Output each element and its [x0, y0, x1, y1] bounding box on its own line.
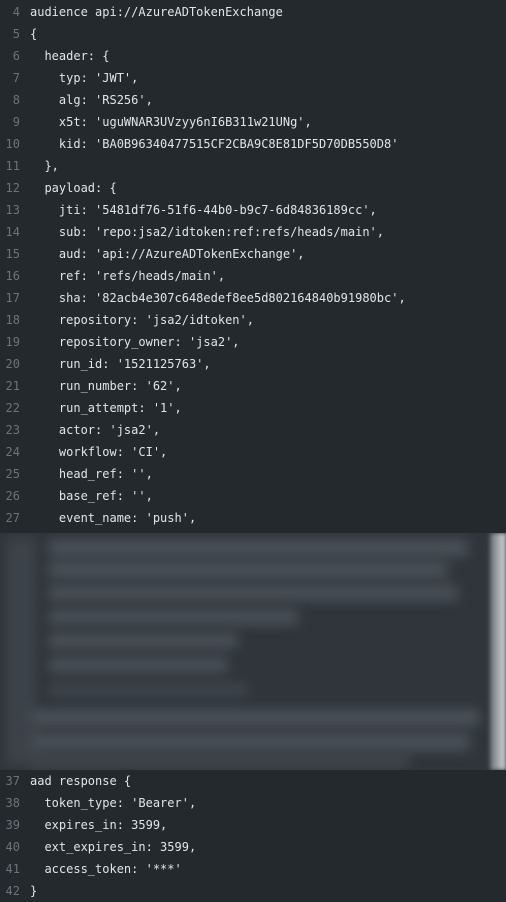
line-text: },	[30, 159, 59, 173]
line-text: base_ref: '',	[30, 489, 153, 503]
line-text: token_type: 'Bearer',	[30, 796, 197, 810]
log-line: 5{	[0, 23, 506, 45]
line-number[interactable]: 23	[0, 419, 30, 441]
log-line: 42}	[0, 880, 506, 902]
line-text: repository: 'jsa2/idtoken',	[30, 313, 254, 327]
line-number[interactable]: 39	[0, 814, 30, 836]
line-number[interactable]: 12	[0, 177, 30, 199]
log-line: 7 typ: 'JWT',	[0, 67, 506, 89]
log-lines-top: 4 audience api://AzureADTokenExchange 5{ …	[0, 1, 506, 529]
line-number[interactable]: 27	[0, 507, 30, 529]
line-text: header: {	[30, 49, 110, 63]
line-text: alg: 'RS256',	[30, 93, 153, 107]
line-text: head_ref: '',	[30, 467, 153, 481]
log-lines-bottom: 37 aad response { 38 token_type: 'Bearer'…	[0, 770, 506, 902]
log-line: 21 run_number: '62',	[0, 375, 506, 397]
line-text: run_id: '1521125763',	[30, 357, 211, 371]
line-text: }	[30, 884, 38, 898]
log-line: 10 kid: 'BA0B96340477515CF2CBA9C8E81DF5D…	[0, 133, 506, 155]
line-number[interactable]: 7	[0, 67, 30, 89]
log-line: 38 token_type: 'Bearer',	[0, 792, 506, 814]
line-text: ref: 'refs/heads/main',	[30, 269, 226, 283]
line-number[interactable]: 25	[0, 463, 30, 485]
log-line: 41 access_token: '***'	[0, 858, 506, 880]
line-number[interactable]: 4	[0, 1, 30, 23]
log-line: 27 event_name: 'push',	[0, 507, 506, 529]
line-text: expires_in: 3599,	[30, 818, 168, 832]
line-text: repository_owner: 'jsa2',	[30, 335, 240, 349]
line-number[interactable]: 42	[0, 880, 30, 902]
line-text: typ: 'JWT',	[30, 71, 139, 85]
line-number[interactable]: 41	[0, 858, 30, 880]
line-number[interactable]: 18	[0, 309, 30, 331]
log-line: 26 base_ref: '',	[0, 485, 506, 507]
line-number[interactable]: 40	[0, 836, 30, 858]
line-text: event_name: 'push',	[30, 511, 197, 525]
line-number[interactable]: 15	[0, 243, 30, 265]
line-number[interactable]: 10	[0, 133, 30, 155]
log-line: 37 aad response {	[0, 770, 506, 792]
log-line: 18 repository: 'jsa2/idtoken',	[0, 309, 506, 331]
line-text: {	[30, 27, 38, 41]
line-number[interactable]: 9	[0, 111, 30, 133]
line-number[interactable]: 6	[0, 45, 30, 67]
line-number[interactable]: 17	[0, 287, 30, 309]
line-text: payload: {	[30, 181, 117, 195]
log-line: 17 sha: '82acb4e307c648edef8ee5d80216484…	[0, 287, 506, 309]
log-line: 12 payload: {	[0, 177, 506, 199]
line-number[interactable]: 13	[0, 199, 30, 221]
log-line: 14 sub: 'repo:jsa2/idtoken:ref:refs/head…	[0, 221, 506, 243]
line-number[interactable]: 14	[0, 221, 30, 243]
log-line: 25 head_ref: '',	[0, 463, 506, 485]
line-text: ext_expires_in: 3599,	[30, 840, 197, 854]
log-line: 39 expires_in: 3599,	[0, 814, 506, 836]
log-line: 24 workflow: 'CI',	[0, 441, 506, 463]
line-text: workflow: 'CI',	[30, 445, 168, 459]
line-text: sha: '82acb4e307c648edef8ee5d802164840b9…	[30, 291, 406, 305]
log-line: 8 alg: 'RS256',	[0, 89, 506, 111]
line-text: audience api://AzureADTokenExchange	[30, 5, 283, 19]
line-number[interactable]: 8	[0, 89, 30, 111]
line-number[interactable]: 5	[0, 23, 30, 45]
log-line: 15 aud: 'api://AzureADTokenExchange',	[0, 243, 506, 265]
log-line: 6 header: {	[0, 45, 506, 67]
log-line: 40 ext_expires_in: 3599,	[0, 836, 506, 858]
line-text: aud: 'api://AzureADTokenExchange',	[30, 247, 305, 261]
log-line: 11 },	[0, 155, 506, 177]
line-text: jti: '5481df76-51f6-44b0-b9c7-6d84836189…	[30, 203, 377, 217]
line-text: access_token: '***'	[30, 862, 182, 876]
log-line: 9 x5t: 'uguWNAR3UVzyy6nI6B311w21UNg',	[0, 111, 506, 133]
log-line: 4 audience api://AzureADTokenExchange	[0, 1, 506, 23]
line-text: actor: 'jsa2',	[30, 423, 161, 437]
line-text: kid: 'BA0B96340477515CF2CBA9C8E81DF5D70D…	[30, 137, 399, 151]
line-text: aad response {	[30, 774, 132, 788]
line-number[interactable]: 26	[0, 485, 30, 507]
log-line: 13 jti: '5481df76-51f6-44b0-b9c7-6d84836…	[0, 199, 506, 221]
line-number[interactable]: 20	[0, 353, 30, 375]
log-line: 16 ref: 'refs/heads/main',	[0, 265, 506, 287]
line-text: x5t: 'uguWNAR3UVzyy6nI6B311w21UNg',	[30, 115, 312, 129]
line-text: sub: 'repo:jsa2/idtoken:ref:refs/heads/m…	[30, 225, 385, 239]
line-text: run_number: '62',	[30, 379, 182, 393]
redacted-region	[0, 533, 506, 770]
log-line: 23 actor: 'jsa2',	[0, 419, 506, 441]
line-number[interactable]: 11	[0, 155, 30, 177]
log-line: 19 repository_owner: 'jsa2',	[0, 331, 506, 353]
line-number[interactable]: 24	[0, 441, 30, 463]
line-number[interactable]: 16	[0, 265, 30, 287]
log-line: 20 run_id: '1521125763',	[0, 353, 506, 375]
line-text: run_attempt: '1',	[30, 401, 182, 415]
line-number[interactable]: 38	[0, 792, 30, 814]
line-number[interactable]: 19	[0, 331, 30, 353]
line-number[interactable]: 22	[0, 397, 30, 419]
line-number[interactable]: 21	[0, 375, 30, 397]
line-number[interactable]: 37	[0, 770, 30, 792]
log-line: 22 run_attempt: '1',	[0, 397, 506, 419]
